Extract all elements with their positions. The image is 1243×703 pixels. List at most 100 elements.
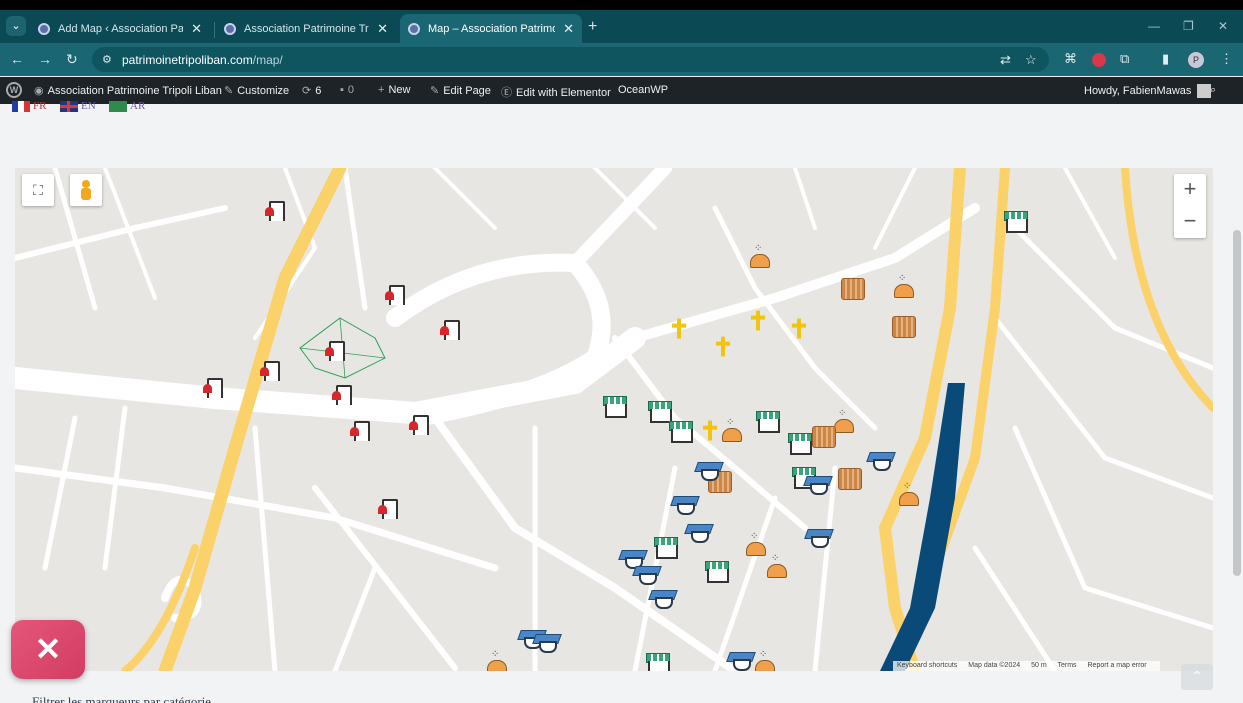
fullscreen-icon[interactable]: ⛶ [22,174,54,206]
menu-icon[interactable]: ⋮ [1220,51,1233,67]
marker-souk-icon[interactable] [601,393,627,419]
elementor-floating-button[interactable]: ✕ [11,620,85,679]
tab-title: Association Patrimoine Tripoli L [244,22,369,35]
bookmark-star-icon[interactable]: ☆ [1025,52,1037,68]
marker-mosque-icon[interactable] [746,243,772,272]
forward-icon[interactable]: → [38,51,52,67]
language-fr[interactable]: FR [12,100,46,112]
restore-button[interactable]: ❐ [1183,19,1194,33]
address-bar[interactable]: ⚙ patrimoinetripoliban.com/map/ ⇄ ☆ [92,47,1049,72]
back-icon[interactable]: ← [10,51,24,67]
street-view-pegman-icon[interactable] [70,174,102,206]
page-scrollbar[interactable] [1231,104,1243,703]
marker-mosque-icon[interactable] [895,481,921,510]
close-window-button[interactable]: ✕ [1218,19,1228,33]
keyboard-shortcuts-link[interactable]: Keyboard shortcuts [897,662,957,669]
map-scale-label[interactable]: 50 m [1031,662,1047,669]
marker-school-icon[interactable] [533,628,559,654]
customize-link[interactable]: ✎ Customize [224,84,289,97]
marker-mosque-icon[interactable] [751,649,777,671]
marker-souk-icon[interactable] [1002,208,1028,234]
new-content-link[interactable]: + New [378,84,410,96]
close-icon[interactable]: ✕ [563,21,574,37]
comments-link[interactable]: ▪ 0 [340,84,354,96]
close-icon[interactable]: ✕ [191,21,202,37]
language-ar[interactable]: AR [109,100,145,112]
zoom-in-button[interactable]: + [1174,174,1206,206]
admin-search-icon[interactable]: ⌕ [1210,84,1216,97]
marker-building-icon[interactable] [260,356,286,382]
url-path: /map/ [252,53,283,67]
google-map[interactable]: ⛶ + − ✝ ✝ ✝ ✝ ✝ [15,168,1213,671]
site-name-link[interactable]: ◉ Association Patrimoine Tripoli Liban [34,84,222,97]
marker-building-icon[interactable] [409,410,435,436]
marker-monument-icon[interactable] [812,426,836,448]
marker-school-icon[interactable] [805,523,831,549]
marker-church-icon[interactable]: ✝ [710,334,736,360]
marker-church-icon[interactable]: ✝ [666,316,692,342]
close-icon[interactable]: ✕ [377,21,388,37]
marker-souk-icon[interactable] [786,430,812,456]
profile-avatar[interactable]: P [1188,52,1204,68]
marker-school-icon[interactable] [685,518,711,544]
tab-association[interactable]: Association Patrimoine Tripoli L ✕ [216,14,396,43]
marker-school-icon[interactable] [695,456,721,482]
side-panel-icon[interactable]: ▮ [1162,51,1169,67]
minimize-button[interactable]: — [1148,19,1160,33]
marker-church-icon[interactable]: ✝ [745,308,771,334]
flag-ar-icon [109,100,127,112]
marker-building-icon[interactable] [265,196,291,222]
marker-mosque-icon[interactable] [483,649,509,671]
tab-search-button[interactable]: ⌄ [6,16,26,36]
marker-souk-icon[interactable] [754,408,780,434]
marker-building-icon[interactable] [385,280,411,306]
scroll-to-top-button[interactable]: ⌃ [1181,664,1213,690]
marker-monument-icon[interactable] [841,278,865,300]
marker-building-icon[interactable] [325,336,351,362]
new-tab-button[interactable]: + [588,18,597,36]
marker-building-icon[interactable] [350,416,376,442]
zoom-out-button[interactable]: − [1174,206,1206,238]
wordpress-logo-icon[interactable]: W [6,82,22,98]
tab-separator [214,22,215,38]
tab-map[interactable]: Map – Association Patrimoine T ✕ [400,14,582,43]
marker-souk-icon[interactable] [644,650,670,671]
terms-link[interactable]: Terms [1057,662,1076,669]
marker-building-icon[interactable] [203,373,229,399]
marker-souk-icon[interactable] [703,558,729,584]
puzzle-icon[interactable]: ⧉ [1120,51,1129,67]
url-text[interactable]: patrimoinetripoliban.com/map/ [122,53,283,67]
marker-building-icon[interactable] [378,494,404,520]
marker-church-icon[interactable]: ✝ [786,316,812,342]
marker-school-icon[interactable] [633,560,659,586]
updates-link[interactable]: ⟳ 6 [302,84,321,97]
marker-mosque-icon[interactable] [763,553,789,582]
scrollbar-thumb[interactable] [1233,230,1241,576]
marker-school-icon[interactable] [649,584,675,610]
marker-monument-icon[interactable] [892,316,916,338]
edit-elementor-link[interactable]: Ⓔ Edit with Elementor [501,84,611,100]
extension-icon[interactable]: ⌘ [1064,51,1077,67]
site-info-icon[interactable]: ⚙ [102,53,112,66]
report-error-link[interactable]: Report a map error [1088,662,1147,669]
edit-page-link[interactable]: ✎ Edit Page [430,84,491,97]
marker-building-icon[interactable] [440,315,466,341]
marker-monument-icon[interactable] [838,468,862,490]
marker-school-icon[interactable] [804,470,830,496]
marker-church-icon[interactable]: ✝ [697,418,723,444]
marker-school-icon[interactable] [671,490,697,516]
my-account-link[interactable]: Howdy, FabienMawas [1084,84,1212,98]
oceanwp-link[interactable]: OceanWP [618,84,668,96]
marker-building-icon[interactable] [332,380,358,406]
translate-icon[interactable]: ⇄ [1000,52,1011,68]
url-host: patrimoinetripoliban.com [122,53,253,67]
marker-mosque-icon[interactable] [890,273,916,302]
tab-add-map[interactable]: Add Map ‹ Association Patrimo ✕ [30,14,210,43]
extension-red-icon[interactable] [1092,53,1106,67]
marker-school-icon[interactable] [727,646,753,671]
marker-souk-icon[interactable] [667,418,693,444]
marker-souk-icon[interactable] [652,534,678,560]
marker-school-icon[interactable] [867,446,893,472]
reload-icon[interactable]: ↻ [66,51,78,68]
language-en[interactable]: EN [60,100,96,112]
